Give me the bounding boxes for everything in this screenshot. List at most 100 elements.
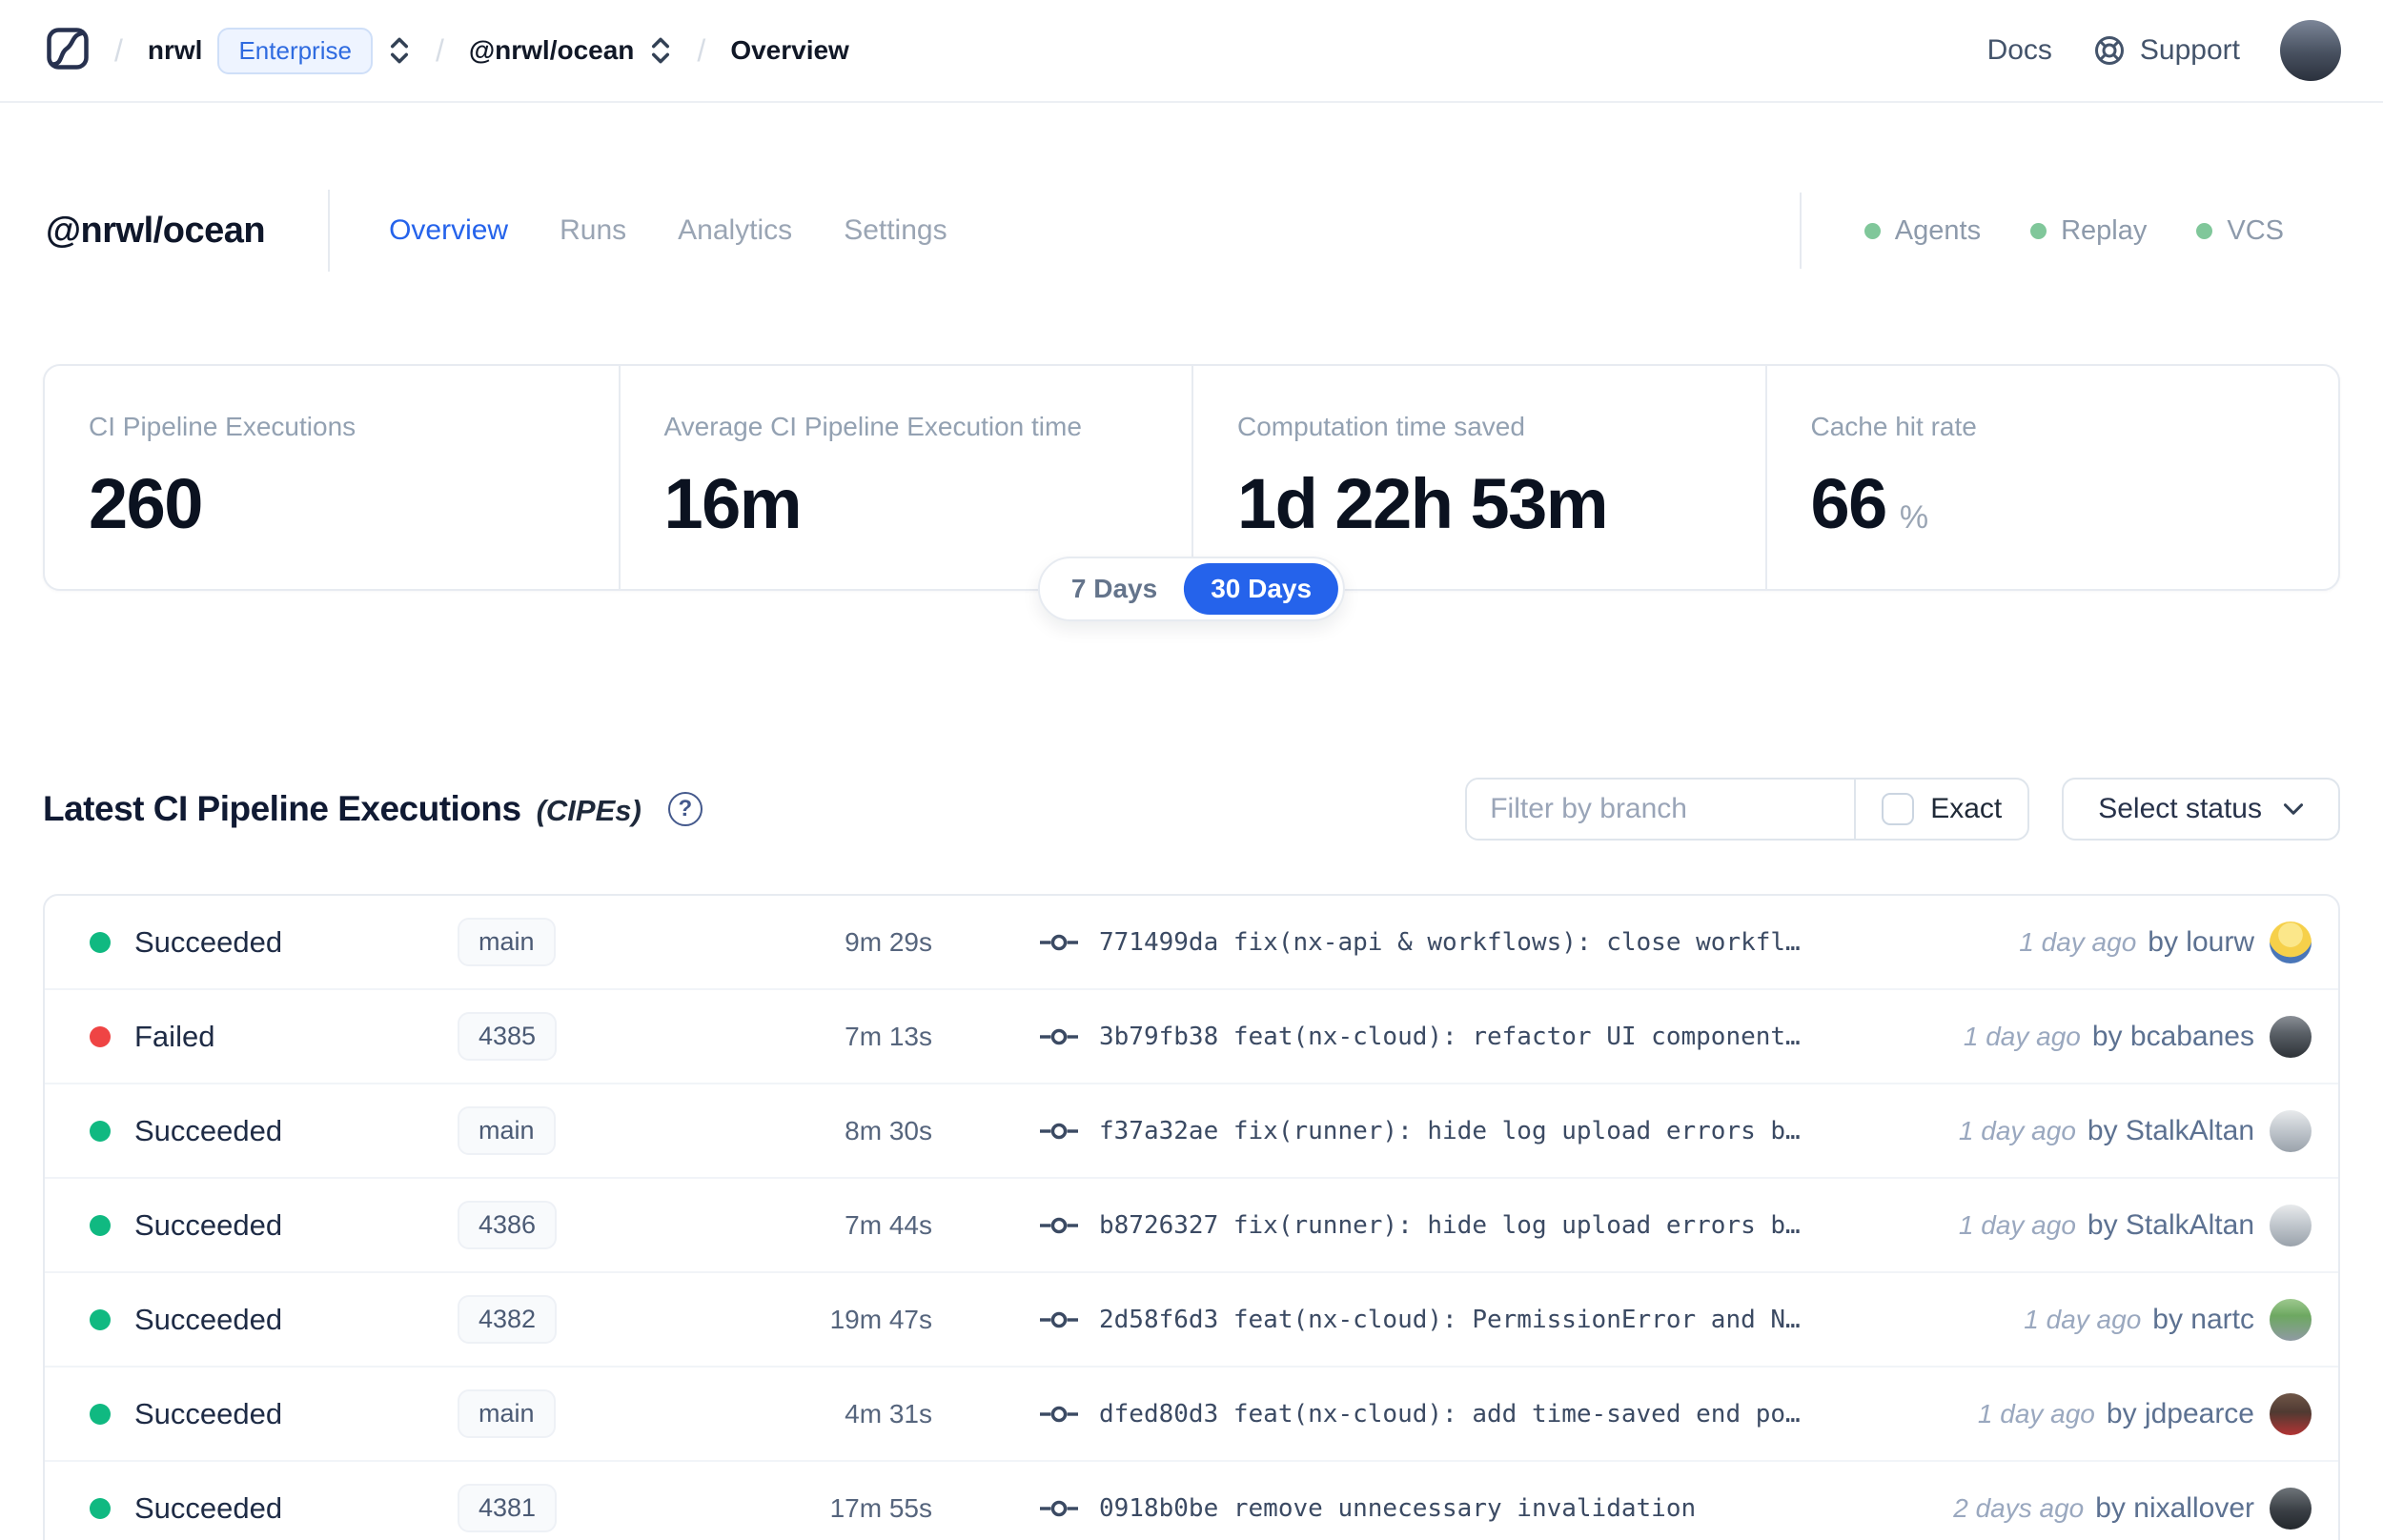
author-avatar	[2270, 1109, 2312, 1152]
section-subtitle: (CIPEs)	[536, 794, 642, 827]
table-row[interactable]: Succeeded main 9m 29s 771499da fix(nx-ap…	[45, 896, 2338, 990]
author: by nixallover	[2095, 1491, 2254, 1524]
commit-message[interactable]: 3b79fb38 feat(nx-cloud): refactor UI com…	[1099, 1023, 1801, 1051]
status-dot	[90, 931, 111, 953]
cipe-section-header: Latest CI Pipeline Executions (CIPEs) ? …	[43, 778, 2340, 841]
support-link[interactable]: Support	[2092, 33, 2240, 68]
author-avatar	[2270, 1392, 2312, 1435]
time-ago: 1 day ago	[2019, 926, 2137, 957]
workspace-switcher-chevron-icon[interactable]	[649, 35, 672, 66]
breadcrumb: / nrwl Enterprise / @nrwl/ocean / Overvi…	[46, 27, 849, 75]
tab-overview[interactable]: Overview	[389, 214, 508, 247]
enterprise-badge: Enterprise	[217, 27, 373, 74]
top-nav: / nrwl Enterprise / @nrwl/ocean / Overvi…	[0, 0, 2383, 103]
status-label: Succeeded	[134, 1302, 283, 1336]
table-row[interactable]: Succeeded 4386 7m 44s b8726327 fix(runne…	[45, 1179, 2338, 1273]
time-ago: 1 day ago	[1963, 1021, 2081, 1051]
author: by lourw	[2148, 925, 2254, 958]
org-name[interactable]: nrwl	[148, 35, 203, 66]
status-select-dropdown[interactable]: Select status	[2062, 778, 2340, 841]
status-label: Succeeded	[134, 1490, 283, 1525]
author-avatar	[2270, 1487, 2312, 1530]
duration: 7m 13s	[845, 1021, 932, 1051]
git-commit-icon	[1040, 1311, 1078, 1327]
tab-analytics[interactable]: Analytics	[678, 214, 792, 247]
author-avatar	[2270, 1204, 2312, 1246]
divider	[1799, 192, 1802, 269]
time-ago: 1 day ago	[1977, 1398, 2095, 1429]
author: by jdpearce	[2106, 1397, 2254, 1429]
status-label: Succeeded	[134, 1396, 283, 1430]
stat-cipe-count: CI Pipeline Executions 260	[45, 366, 619, 589]
branch-filter-group: Exact	[1465, 778, 2030, 841]
feature-status-list: Agents Replay VCS	[1864, 215, 2337, 247]
commit-message[interactable]: dfed80d3 feat(nx-cloud): add time-saved …	[1099, 1400, 1801, 1429]
breadcrumb-separator: /	[114, 32, 123, 68]
cipe-table: Succeeded main 9m 29s 771499da fix(nx-ap…	[43, 894, 2340, 1540]
workspace-tabs: Overview Runs Analytics Settings	[389, 214, 947, 247]
time-ago: 1 day ago	[2024, 1304, 2142, 1334]
status-dot	[90, 1308, 111, 1330]
table-row[interactable]: Succeeded main 8m 30s f37a32ae fix(runne…	[45, 1084, 2338, 1179]
commit-message[interactable]: 771499da fix(nx-api & workflows): close …	[1099, 928, 1801, 957]
status-dot	[90, 1214, 111, 1236]
status-label: Succeeded	[134, 924, 283, 959]
time-ago: 2 days ago	[1953, 1492, 2085, 1523]
org-switcher-chevron-icon[interactable]	[388, 35, 411, 66]
status-dot	[90, 1025, 111, 1047]
workspace-name[interactable]: @nrwl/ocean	[469, 35, 635, 66]
range-30-days-button[interactable]: 30 Days	[1184, 563, 1339, 615]
author-avatar	[2270, 1298, 2312, 1341]
git-commit-icon	[1040, 1217, 1078, 1233]
status-dot	[90, 1120, 111, 1142]
stat-value: 16m	[663, 464, 803, 543]
commit-message[interactable]: b8726327 fix(runner): hide log upload er…	[1099, 1211, 1801, 1240]
docs-link[interactable]: Docs	[1987, 34, 2052, 67]
author: by bcabanes	[2091, 1020, 2254, 1052]
time-ago: 1 day ago	[1958, 1209, 2076, 1240]
lifebuoy-icon	[2094, 36, 2124, 65]
percent-suffix: %	[1899, 499, 1928, 536]
duration: 7m 44s	[845, 1209, 932, 1240]
table-row[interactable]: Succeeded main 4m 31s dfed80d3 feat(nx-c…	[45, 1368, 2338, 1462]
table-row[interactable]: Succeeded 4382 19m 47s 2d58f6d3 feat(nx-…	[45, 1273, 2338, 1368]
stat-avg-time: Average CI Pipeline Execution time 16m	[618, 366, 1192, 589]
commit-message[interactable]: f37a32ae fix(runner): hide log upload er…	[1099, 1117, 1801, 1145]
stat-value: 260	[89, 464, 203, 543]
help-icon[interactable]: ?	[667, 792, 703, 826]
duration: 9m 29s	[845, 926, 932, 957]
date-range-toggle: 7 Days 30 Days	[1037, 557, 1346, 621]
author-avatar	[2270, 1015, 2312, 1058]
author-avatar	[2270, 921, 2312, 963]
status-label: Failed	[134, 1019, 215, 1053]
status-label: Succeeded	[134, 1207, 283, 1242]
breadcrumb-separator: /	[697, 32, 706, 68]
workspace-header: @nrwl/ocean Overview Runs Analytics Sett…	[0, 187, 2383, 274]
author: by StalkAltan	[2087, 1114, 2254, 1146]
git-commit-icon	[1040, 934, 1078, 950]
exact-checkbox[interactable]	[1882, 793, 1915, 825]
table-row[interactable]: Succeeded 4381 17m 55s 0918b0be remove u…	[45, 1462, 2338, 1540]
commit-message[interactable]: 2d58f6d3 feat(nx-cloud): PermissionError…	[1099, 1306, 1801, 1334]
table-row[interactable]: Failed 4385 7m 13s 3b79fb38 feat(nx-clou…	[45, 990, 2338, 1084]
branch-filter-input[interactable]	[1467, 780, 1855, 839]
status-label: Succeeded	[134, 1113, 283, 1147]
status-dot-icon	[2196, 222, 2213, 239]
git-commit-icon	[1040, 1500, 1078, 1516]
app-logo-icon[interactable]	[46, 27, 90, 75]
branch-badge: 4381	[458, 1484, 558, 1532]
author: by nartc	[2152, 1303, 2254, 1335]
git-commit-icon	[1040, 1123, 1078, 1139]
range-7-days-button[interactable]: 7 Days	[1045, 563, 1184, 615]
exact-label: Exact	[1930, 793, 2003, 824]
commit-message[interactable]: 0918b0be remove unnecessary invalidation	[1099, 1494, 1696, 1523]
git-commit-icon	[1040, 1406, 1078, 1422]
time-ago: 1 day ago	[1958, 1115, 2076, 1145]
breadcrumb-page: Overview	[730, 35, 849, 65]
stat-cache-hit: Cache hit rate 66%	[1764, 366, 2339, 589]
user-avatar[interactable]	[2280, 20, 2341, 81]
branch-badge: main	[458, 1106, 556, 1155]
section-title: Latest CI Pipeline Executions	[43, 789, 521, 828]
tab-runs[interactable]: Runs	[560, 214, 626, 247]
tab-settings[interactable]: Settings	[844, 214, 947, 247]
